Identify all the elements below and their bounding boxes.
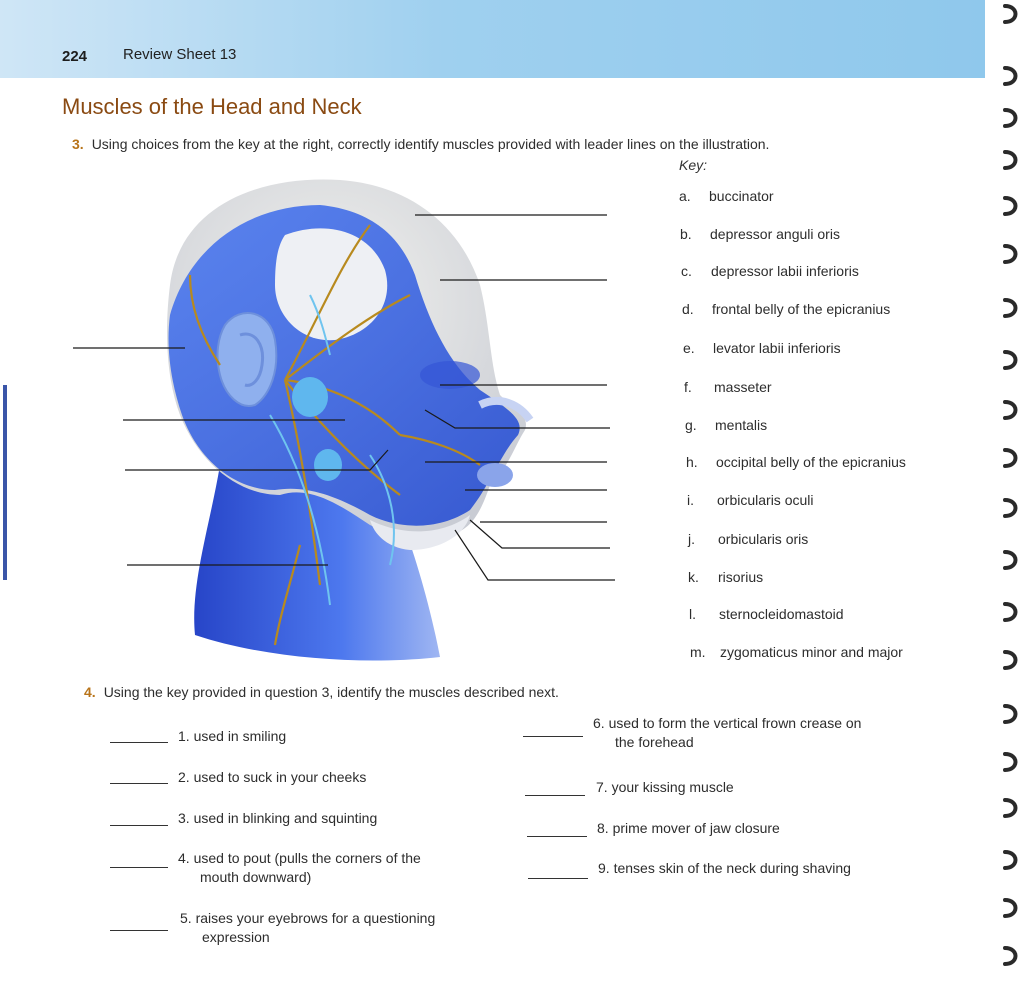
key-letter: h. bbox=[686, 454, 698, 470]
question-4-number: 4. bbox=[84, 684, 96, 700]
key-item: m. zygomaticus minor and major bbox=[690, 644, 903, 660]
section-title: Muscles of the Head and Neck bbox=[62, 94, 362, 119]
key-item: f. masseter bbox=[684, 379, 772, 395]
key-item: g. mentalis bbox=[685, 417, 767, 433]
key-item: h. occipital belly of the epicranius bbox=[686, 454, 906, 470]
q4-item-5-line1: 5. raises your eyebrows for a questionin… bbox=[180, 910, 436, 926]
key-label: buccinator bbox=[709, 188, 774, 204]
spiral-binding bbox=[1003, 4, 1018, 966]
key-letter: d. bbox=[682, 301, 694, 317]
answer-blank-2[interactable] bbox=[110, 783, 168, 784]
q4-item-4-line2: mouth downward) bbox=[200, 869, 312, 885]
key-letter: j. bbox=[688, 531, 695, 547]
question-4-text: Using the key provided in question 3, id… bbox=[103, 684, 559, 700]
key-item: a. buccinator bbox=[679, 188, 774, 204]
key-item: j. orbicularis oris bbox=[688, 531, 808, 547]
page-number: 224 bbox=[62, 48, 88, 65]
q4-item-4: 4. used to pout (pulls the corners of th… bbox=[178, 849, 421, 887]
q4-item-6-line1: 6. used to form the vertical frown creas… bbox=[593, 715, 862, 731]
key-label: depressor labii inferioris bbox=[711, 263, 859, 279]
q4-item-4-line1: 4. used to pout (pulls the corners of th… bbox=[178, 850, 421, 866]
question-3: 3. Using choices from the key at the righ… bbox=[72, 136, 769, 152]
q4-item-1: 1. used in smiling bbox=[178, 728, 287, 744]
key-letter: m. bbox=[690, 644, 706, 660]
key-label: levator labii inferioris bbox=[713, 340, 841, 356]
key-item: i. orbicularis oculi bbox=[687, 492, 813, 508]
key-item: b. depressor anguli oris bbox=[680, 226, 840, 242]
answer-blank-1[interactable] bbox=[110, 742, 168, 743]
question-4: 4. Using the key provided in question 3, … bbox=[84, 684, 559, 700]
q4-item-5-line2: expression bbox=[202, 929, 270, 945]
key-item: l. sternocleidomastoid bbox=[689, 606, 844, 622]
answer-blank-6[interactable] bbox=[523, 736, 583, 737]
answer-blank-3[interactable] bbox=[110, 825, 168, 826]
running-head: Review Sheet 13 bbox=[123, 46, 237, 63]
q4-item-8: 8. prime mover of jaw closure bbox=[597, 820, 780, 836]
head-neck-muscle-illustration bbox=[73, 179, 615, 661]
question-3-text: Using choices from the key at the right,… bbox=[91, 136, 770, 152]
answer-blank-7[interactable] bbox=[525, 795, 585, 796]
key-label: occipital belly of the epicranius bbox=[716, 454, 906, 470]
answer-blank-5[interactable] bbox=[110, 930, 168, 931]
key-letter: e. bbox=[683, 340, 695, 356]
key-letter: c. bbox=[681, 263, 692, 279]
header-band bbox=[0, 0, 985, 78]
key-letter: b. bbox=[680, 226, 692, 242]
q4-item-5: 5. raises your eyebrows for a questionin… bbox=[180, 909, 435, 947]
q4-item-3: 3. used in blinking and squinting bbox=[178, 810, 378, 826]
answer-blank-8[interactable] bbox=[527, 836, 587, 837]
q4-item-6-line2: the forehead bbox=[615, 734, 694, 750]
key-letter: i. bbox=[687, 492, 694, 508]
answer-blank-9[interactable] bbox=[528, 878, 588, 879]
key-letter: f. bbox=[684, 379, 692, 395]
key-label: masseter bbox=[714, 379, 772, 395]
key-item: c. depressor labii inferioris bbox=[681, 263, 859, 279]
key-item: e. levator labii inferioris bbox=[683, 340, 841, 356]
key-label: sternocleidomastoid bbox=[719, 606, 844, 622]
q4-item-9: 9. tenses skin of the neck during shavin… bbox=[598, 860, 851, 876]
q4-item-2: 2. used to suck in your cheeks bbox=[178, 769, 367, 785]
key-title: Key: bbox=[679, 157, 708, 173]
key-label: mentalis bbox=[715, 417, 768, 433]
key-label: frontal belly of the epicranius bbox=[712, 301, 891, 317]
answer-blank-4[interactable] bbox=[110, 867, 168, 868]
key-label: orbicularis oris bbox=[718, 531, 809, 547]
question-3-number: 3. bbox=[72, 136, 84, 152]
key-letter: l. bbox=[689, 606, 696, 622]
key-label: depressor anguli oris bbox=[710, 226, 840, 242]
key-label: zygomaticus minor and major bbox=[720, 644, 903, 660]
q4-item-7: 7. your kissing muscle bbox=[596, 779, 734, 795]
key-label: risorius bbox=[718, 569, 764, 585]
page-edge-accent bbox=[3, 385, 7, 580]
key-letter: k. bbox=[688, 569, 699, 585]
q4-item-6: 6. used to form the vertical frown creas… bbox=[593, 714, 861, 752]
key-letter: g. bbox=[685, 417, 697, 433]
key-item: k. risorius bbox=[688, 569, 763, 585]
key-item: d. frontal belly of the epicranius bbox=[682, 301, 890, 317]
key-letter: a. bbox=[679, 188, 691, 204]
key-label: orbicularis oculi bbox=[717, 492, 814, 508]
